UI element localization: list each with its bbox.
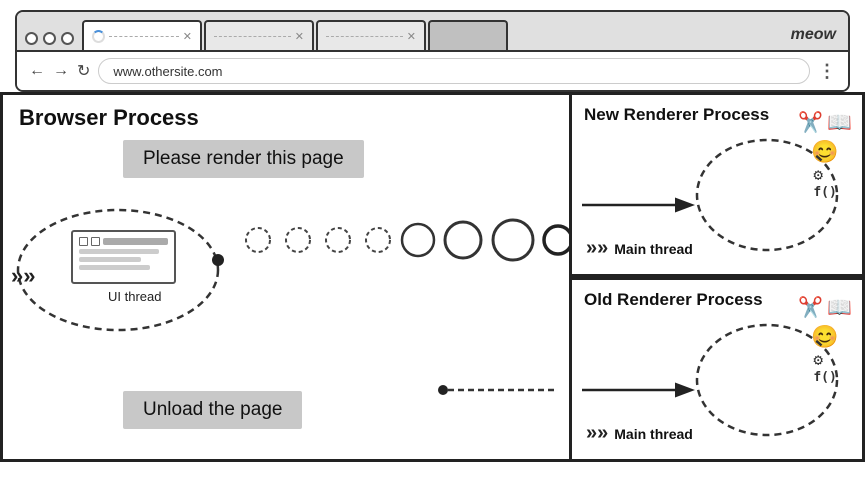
browser-process-title: Browser Process — [3, 95, 569, 131]
nav-refresh[interactable]: ↻ — [77, 61, 90, 81]
new-renderer-icon-row: ✂️ 📖 — [798, 110, 852, 135]
scissors-icon-old: ✂️ — [798, 295, 823, 320]
message-unload: Unload the page — [123, 391, 302, 429]
tab-close-2[interactable]: ✕ — [295, 30, 304, 43]
old-renderer-face: 😊 — [811, 324, 838, 350]
old-main-thread-label: Main thread — [614, 426, 693, 442]
browser-ui-icon — [71, 230, 176, 284]
ui-line-3 — [79, 265, 150, 270]
old-renderer-panel: Old Renderer Process ✂️ 📖 😊 ⚙f() »» Main — [572, 277, 865, 462]
window-controls — [25, 32, 74, 50]
tab-loading[interactable]: ✕ — [82, 20, 202, 50]
ui-icon-back — [79, 237, 88, 246]
nav-forward[interactable]: → — [53, 62, 69, 80]
tab-2[interactable]: ✕ — [204, 20, 314, 50]
ui-thread-label: UI thread — [108, 289, 161, 304]
ui-line-1 — [79, 249, 159, 254]
message-render: Please render this page — [123, 140, 364, 178]
old-renderer-icon-row: ✂️ 📖 — [798, 295, 852, 320]
window-btn-1[interactable] — [25, 32, 38, 45]
browser-process-panel: Browser Process Please render this page … — [0, 92, 572, 462]
tab3-content — [326, 36, 403, 37]
tab-close-3[interactable]: ✕ — [407, 30, 416, 43]
address-bar[interactable] — [98, 58, 810, 84]
meow-label: meow — [791, 26, 836, 50]
old-renderer-tree: ⚙f() — [813, 352, 836, 384]
old-renderer-thread: »» Main thread — [586, 422, 693, 445]
window-btn-3[interactable] — [61, 32, 74, 45]
tab-spinner — [92, 30, 105, 43]
tab-3[interactable]: ✕ — [316, 20, 426, 50]
tab-active[interactable] — [428, 20, 508, 50]
window-btn-2[interactable] — [43, 32, 56, 45]
new-renderer-icons: ✂️ 📖 😊 ⚙f() — [798, 110, 852, 199]
new-renderer-face: 😊 — [811, 139, 838, 165]
book-icon: 📖 — [827, 110, 852, 135]
chevron-new: »» — [586, 237, 608, 260]
menu-dots[interactable]: ⋮ — [818, 61, 836, 82]
ui-address-bar — [103, 238, 168, 245]
chevron-old: »» — [586, 422, 608, 445]
tab-content-line — [109, 36, 179, 37]
ui-icon-fwd — [91, 237, 100, 246]
book-icon-old: 📖 — [827, 295, 852, 320]
new-main-thread-label: Main thread — [614, 241, 693, 257]
scissors-icon: ✂️ — [798, 110, 823, 135]
new-renderer-panel: New Renderer Process ✂️ 📖 😊 ⚙f() — [572, 92, 865, 277]
tab-close-1[interactable]: ✕ — [183, 30, 192, 43]
tab2-content — [214, 36, 291, 37]
new-renderer-thread: »» Main thread — [586, 237, 693, 260]
nav-back[interactable]: ← — [29, 62, 45, 80]
new-renderer-tree: ⚙f() — [813, 167, 836, 199]
ui-line-2 — [79, 257, 141, 262]
old-renderer-icons: ✂️ 📖 😊 ⚙f() — [798, 295, 852, 384]
right-panels: New Renderer Process ✂️ 📖 😊 ⚙f() — [572, 92, 865, 462]
svg-text:»»: »» — [11, 263, 35, 288]
